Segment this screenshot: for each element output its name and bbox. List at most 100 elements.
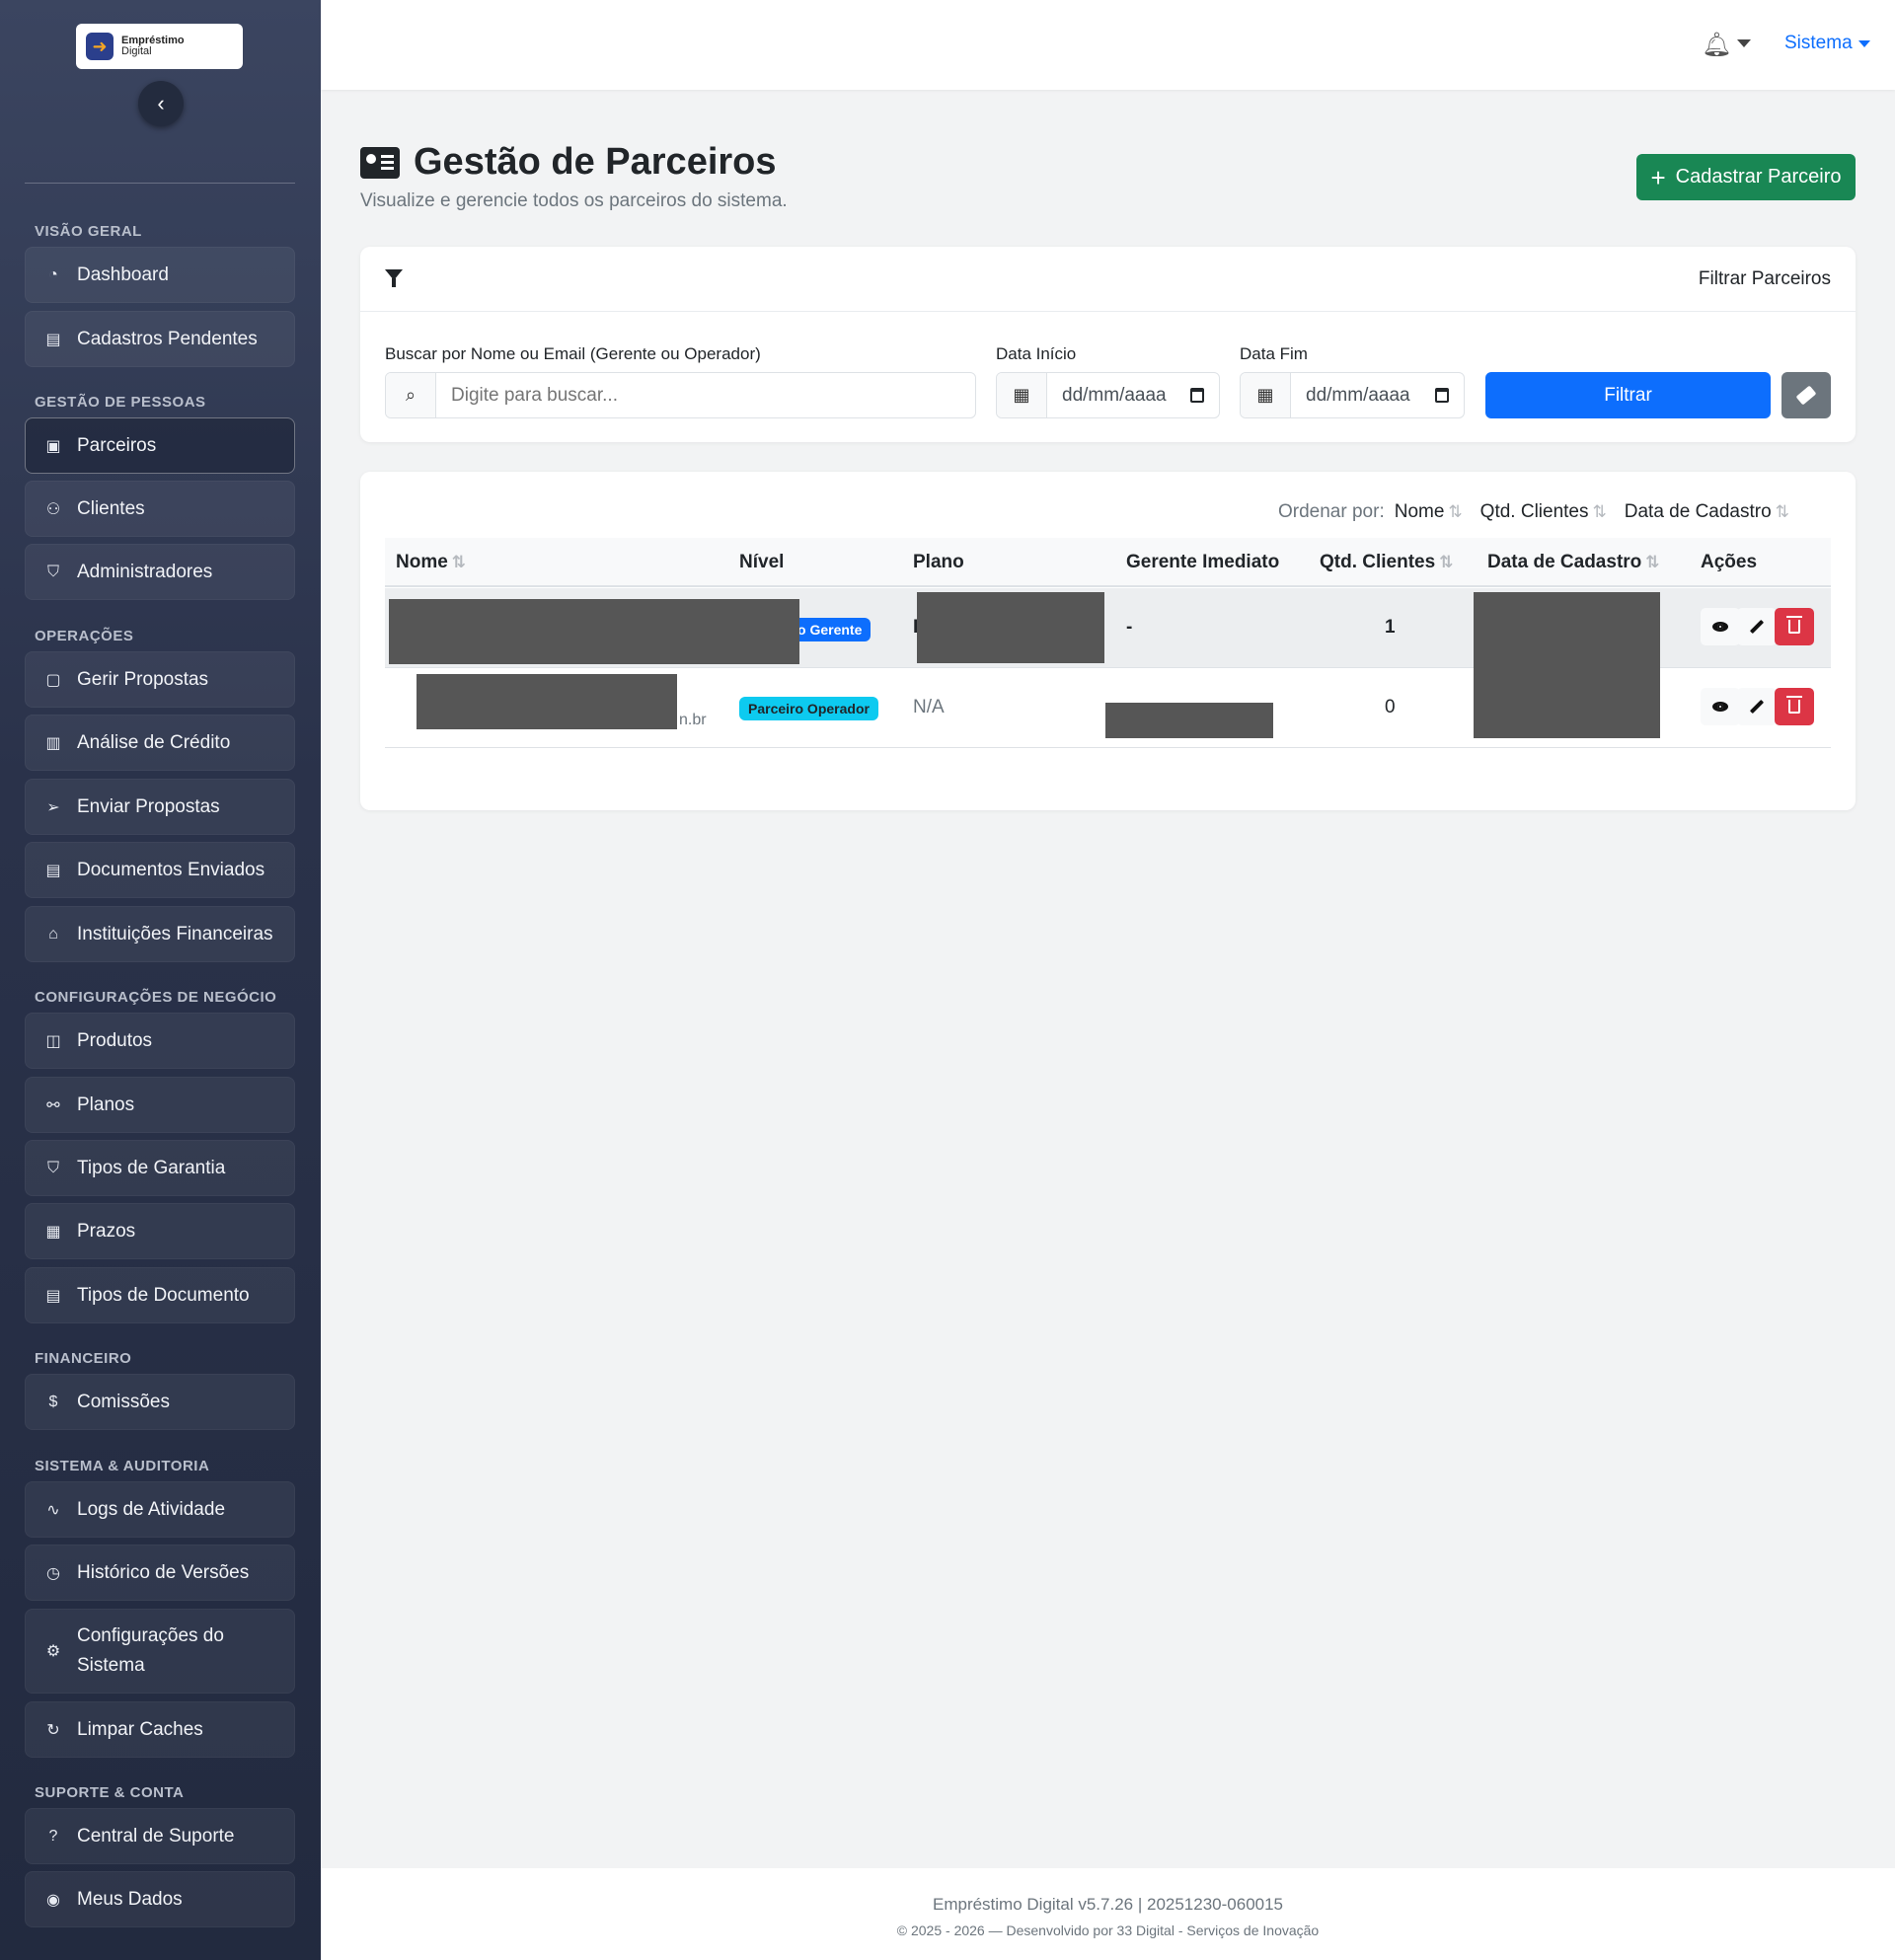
calendar-icon: ▦ xyxy=(45,1223,61,1241)
section-suporte-conta: SUPORTE & CONTA xyxy=(35,1784,185,1801)
col-data-cadastro-label: Data de Cadastro xyxy=(1487,552,1642,572)
clock-history-icon: ◷ xyxy=(46,1564,60,1582)
sidebar-item-comissoes[interactable]: $ Comissões xyxy=(25,1374,295,1430)
sidebar-item-historico-de-versoes[interactable]: ◷ Histórico de Versões xyxy=(25,1545,295,1601)
edit-button[interactable] xyxy=(1737,608,1777,645)
notifications-caret-icon[interactable] xyxy=(1737,39,1751,47)
sidebar-item-prazos[interactable]: ▦ Prazos xyxy=(25,1203,295,1259)
qtd-clientes-value: 1 xyxy=(1385,617,1396,638)
sidebar-item-cadastros-pendentes[interactable]: ▤ Cadastros Pendentes xyxy=(25,311,295,367)
view-button[interactable] xyxy=(1701,608,1740,645)
order-by-data-cadastro[interactable]: Data de Cadastro ⇅ xyxy=(1625,501,1789,523)
pencil-icon xyxy=(1749,619,1765,635)
sort-icon: ⇅ xyxy=(1592,502,1607,521)
sidebar-item-planos[interactable]: ⚯ Planos xyxy=(25,1077,295,1133)
caret-down-icon xyxy=(1857,39,1870,47)
search-icon: ⌕ xyxy=(386,373,436,417)
date-picker-icon[interactable] xyxy=(1435,388,1449,403)
collapse-sidebar-button[interactable]: ‹ xyxy=(138,81,184,126)
cadastrar-parceiro-button[interactable]: + Cadastrar Parceiro xyxy=(1636,154,1856,200)
search-input[interactable] xyxy=(451,384,960,407)
sidebar-item-central-de-suporte[interactable]: ? Central de Suporte xyxy=(25,1808,295,1864)
question-circle-icon: ? xyxy=(48,1827,58,1845)
sort-icon: ⇅ xyxy=(451,553,467,571)
search-input-group: ⌕ xyxy=(385,372,976,418)
page-title-text: Gestão de Parceiros xyxy=(414,141,777,183)
sidebar-item-logs-de-atividade[interactable]: ∿ Logs de Atividade xyxy=(25,1481,295,1538)
order-by-data-cadastro-label: Data de Cadastro xyxy=(1624,501,1772,522)
gerente-imediato-value: - xyxy=(1126,617,1133,638)
calendar-check-icon: ▦ xyxy=(1241,373,1291,417)
end-date-input[interactable]: dd/mm/aaaa xyxy=(1291,373,1464,417)
col-qtd-clientes-label: Qtd. Clientes xyxy=(1320,552,1436,572)
eraser-icon xyxy=(1795,385,1817,406)
col-data-cadastro[interactable]: Data de Cadastro ⇅ xyxy=(1487,552,1660,573)
clipboard-icon: ▢ xyxy=(45,671,61,689)
col-nome[interactable]: Nome ⇅ xyxy=(396,552,466,573)
plano-value: N/A xyxy=(913,697,945,717)
table-header: Nome ⇅ Nível Plano Gerente Imediato Qtd. … xyxy=(385,538,1831,587)
nivel-badge: Parceiro Operador xyxy=(739,697,878,720)
qtd-clientes-value: 0 xyxy=(1385,697,1396,717)
bank-icon: ⌂ xyxy=(48,925,58,942)
sort-icon: ⇅ xyxy=(1448,502,1463,521)
page-subtitle: Visualize e gerencie todos os parceiros … xyxy=(360,190,788,211)
sidebar-item-configuracoes-do-sistema[interactable]: ⚙ Configurações do Sistema xyxy=(25,1609,295,1694)
plus-icon: + xyxy=(1650,162,1666,192)
refresh-icon: ↻ xyxy=(46,1721,60,1739)
sidebar-item-clientes[interactable]: ⚇ Clientes xyxy=(25,481,295,537)
view-button[interactable] xyxy=(1701,688,1740,725)
sidebar-item-parceiros[interactable]: ▣ Parceiros xyxy=(25,417,295,474)
sidebar-item-dashboard[interactable]: ◔ Dashboard xyxy=(25,247,295,303)
diagram-icon: ⚯ xyxy=(46,1096,60,1114)
sidebar-item-administradores[interactable]: ⛉ Administradores xyxy=(25,544,295,600)
order-bar: Ordenar por: Nome ⇅ Qtd. Clientes ⇅ Data d… xyxy=(1278,501,1789,523)
start-date-label: Data Início xyxy=(996,344,1077,363)
delete-button[interactable] xyxy=(1775,608,1814,645)
sidebar-item-tipos-de-documento[interactable]: ▤ Tipos de Documento xyxy=(25,1267,295,1323)
sidebar-item-produtos[interactable]: ◫ Produtos xyxy=(25,1013,295,1069)
sidebar-item-instituicoes-financeiras[interactable]: ⌂ Instituições Financeiras xyxy=(25,906,295,962)
delete-button[interactable] xyxy=(1775,688,1814,725)
edit-button[interactable] xyxy=(1737,688,1777,725)
order-by-qtd-clientes[interactable]: Qtd. Clientes ⇅ xyxy=(1480,501,1607,523)
dollar-icon: $ xyxy=(48,1393,58,1410)
col-qtd-clientes[interactable]: Qtd. Clientes ⇅ xyxy=(1320,552,1453,573)
order-by-nome[interactable]: Nome ⇅ xyxy=(1395,501,1463,523)
sidebar-item-meus-dados[interactable]: ◉ Meus Dados xyxy=(25,1871,295,1927)
start-date-input[interactable]: dd/mm/aaaa xyxy=(1047,373,1219,417)
col-nivel: Nível xyxy=(739,552,785,572)
col-plano: Plano xyxy=(913,552,964,572)
section-operacoes: OPERAÇÕES xyxy=(35,628,134,644)
pending-doc-icon: ▤ xyxy=(45,331,61,348)
sort-icon: ⇅ xyxy=(1775,502,1789,521)
section-financeiro: FINANCEIRO xyxy=(35,1350,132,1367)
user-menu[interactable]: Sistema xyxy=(1784,33,1870,54)
sidebar-item-tipos-de-garantia[interactable]: ⛉ Tipos de Garantia xyxy=(25,1140,295,1196)
send-icon: ➢ xyxy=(46,798,60,816)
id-card-icon: ▣ xyxy=(45,437,61,455)
email-fragment: n.br xyxy=(679,712,707,728)
sidebar-item-documentos-enviados[interactable]: ▤ Documentos Enviados xyxy=(25,842,295,898)
clear-filters-button[interactable] xyxy=(1781,372,1831,418)
order-by-nome-label: Nome xyxy=(1394,501,1445,522)
activity-icon: ∿ xyxy=(46,1501,60,1519)
sidebar-item-limpar-caches[interactable]: ↻ Limpar Caches xyxy=(25,1701,295,1758)
user-circle-icon: ◉ xyxy=(46,1891,60,1909)
sidebar-item-analise-de-credito[interactable]: ▥ Análise de Crédito xyxy=(25,715,295,771)
brand-logo[interactable]: ➜ Empréstimo Digital xyxy=(76,24,243,69)
section-gestao-de-pessoas: GESTÃO DE PESSOAS xyxy=(35,394,206,411)
end-date-label: Data Fim xyxy=(1240,344,1308,363)
sidebar: ➜ Empréstimo Digital ‹ VISÃO GERAL ◔ Das… xyxy=(0,0,321,1960)
cadastrar-parceiro-label: Cadastrar Parceiro xyxy=(1675,166,1842,188)
gauge-icon: ◔ xyxy=(48,265,58,283)
notifications-bell-icon[interactable]: 🔔︎ xyxy=(1702,31,1731,59)
end-date-group: ▦ dd/mm/aaaa xyxy=(1240,372,1465,418)
date-picker-icon[interactable] xyxy=(1190,388,1204,403)
filtrar-button[interactable]: Filtrar xyxy=(1485,372,1771,418)
sidebar-item-enviar-propostas[interactable]: ➢ Enviar Propostas xyxy=(25,779,295,835)
sidebar-item-gerir-propostas[interactable]: ▢ Gerir Propostas xyxy=(25,651,295,708)
id-card-icon xyxy=(360,146,400,179)
redacted-gerente xyxy=(1105,703,1273,738)
section-visao-geral: VISÃO GERAL xyxy=(35,223,142,240)
